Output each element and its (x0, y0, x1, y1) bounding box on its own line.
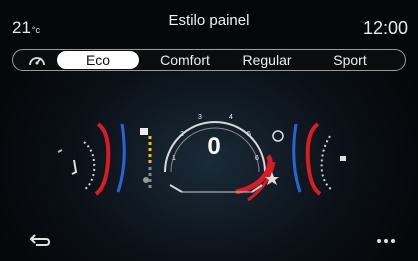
speed-readout: 0 (207, 133, 221, 160)
tab-eco[interactable]: Eco (57, 51, 139, 69)
tach-tick-5: 5 (247, 131, 251, 138)
status-bar: 21°c Estilo painel 12:00 (0, 0, 418, 48)
dashboard-style-screen: 21°c Estilo painel 12:00 Eco Comfort Reg… (0, 0, 418, 261)
left-side-gauge (57, 122, 126, 196)
tab-sport[interactable]: Sport (317, 51, 383, 69)
service-icon (272, 130, 284, 142)
eco-bar (140, 128, 152, 188)
back-arrow-icon[interactable] (28, 230, 52, 250)
drive-mode-gauge-icon (29, 57, 45, 66)
tach-tick-2: 2 (180, 131, 184, 138)
tach-tick-6: 6 (255, 155, 259, 162)
tab-regular[interactable]: Regular (231, 51, 303, 69)
tach-tick-3: 3 (198, 114, 202, 121)
clock: 12:00 (362, 18, 408, 38)
drive-mode-tabbar: Eco Comfort Regular Sport (12, 49, 406, 71)
tach-tick-1: 1 (172, 155, 176, 162)
right-side-gauge (292, 122, 346, 196)
more-dots-icon[interactable] (374, 236, 398, 246)
tab-comfort[interactable]: Comfort (149, 51, 221, 69)
tach-tick-4: 4 (229, 114, 233, 121)
page-title: Estilo painel (168, 12, 250, 29)
